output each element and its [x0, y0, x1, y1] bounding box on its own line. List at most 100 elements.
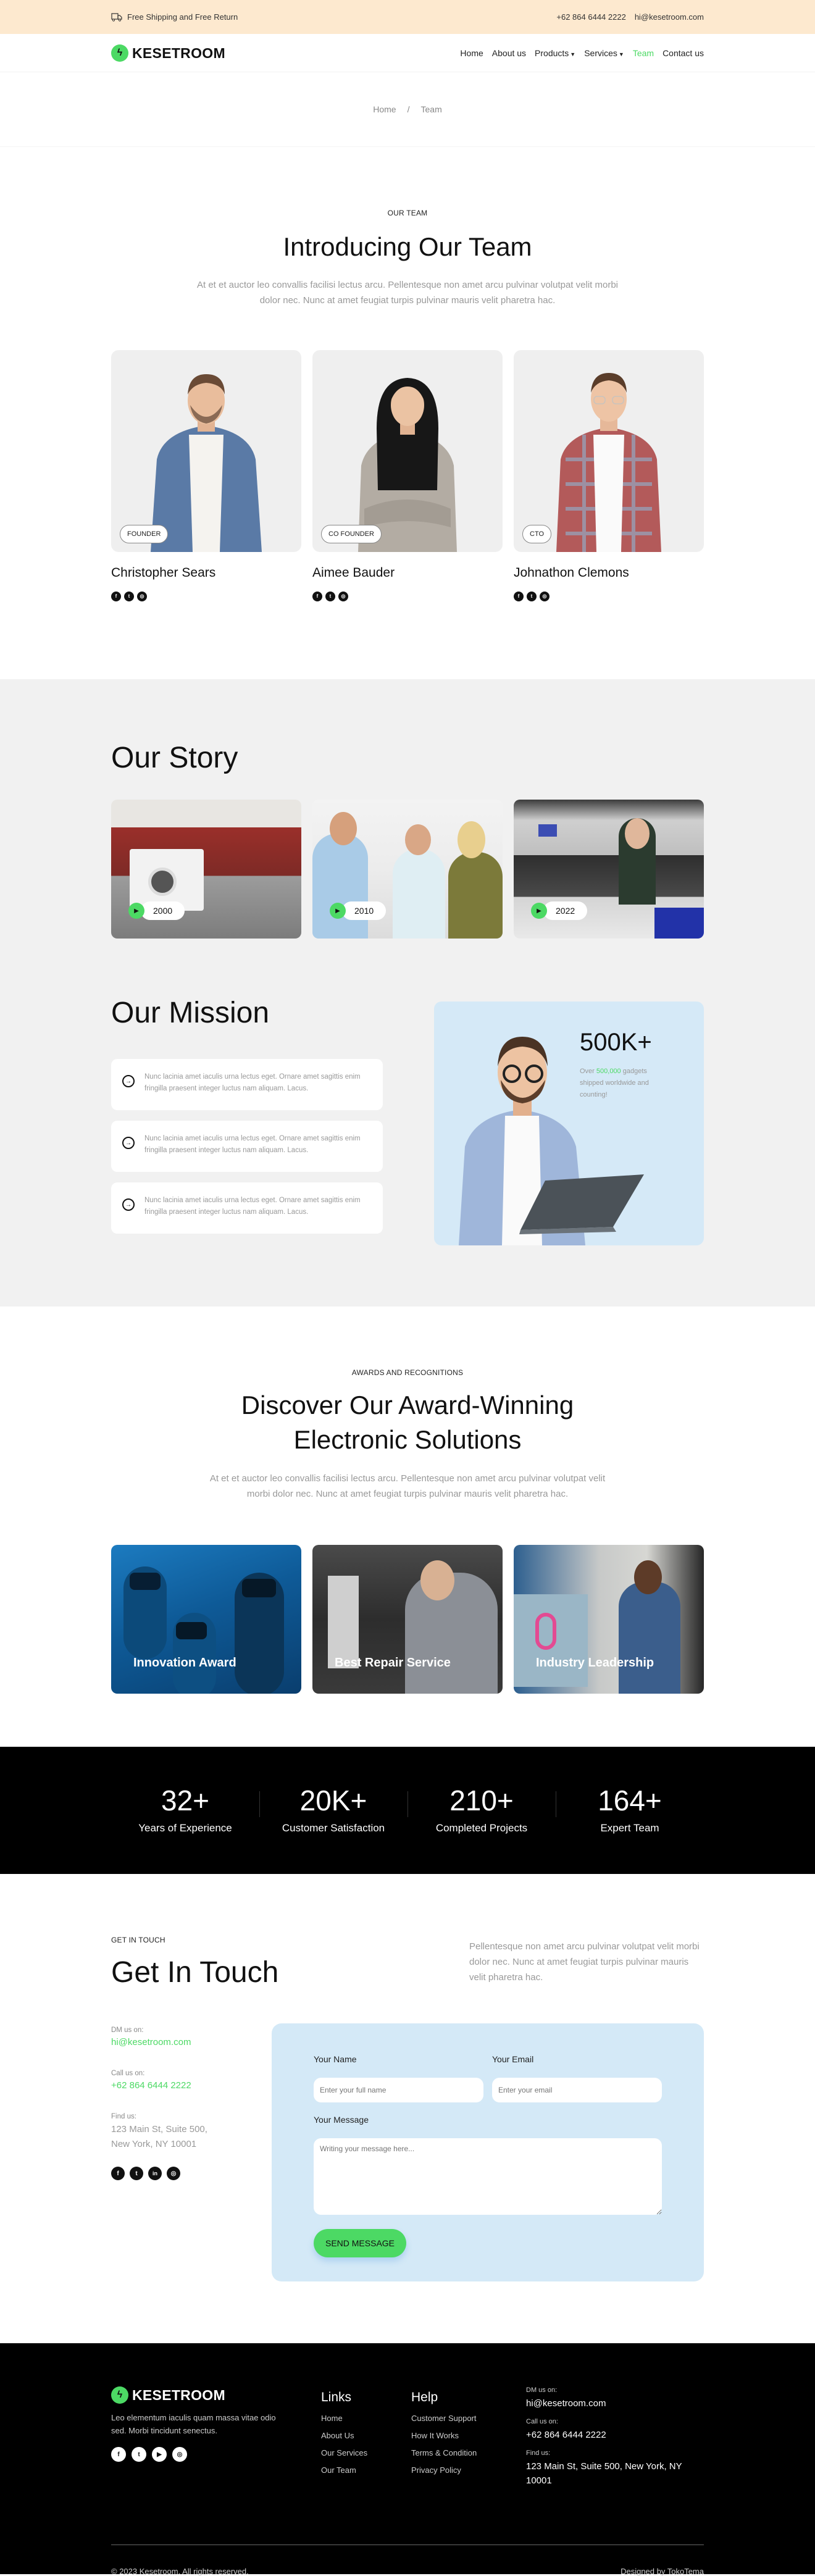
award-card[interactable]: Best Repair Service	[312, 1545, 503, 1694]
dm-label: DM us on:	[111, 2026, 144, 2034]
person-face-image	[625, 818, 650, 849]
twitter-icon[interactable]: t	[130, 2167, 143, 2180]
team-eyebrow: OUR TEAM	[387, 209, 428, 217]
brand-logo[interactable]: ϟ KESETROOM	[111, 44, 225, 62]
award-card[interactable]: Industry Leadership	[514, 1545, 704, 1694]
vr-headset-image	[176, 1622, 207, 1639]
name-input[interactable]	[314, 2078, 483, 2102]
topbar-phone-link[interactable]: +62 864 6444 2222	[556, 12, 625, 22]
mission-text: Nunc lacinia amet iaculis urna lectus eg…	[144, 1135, 361, 1154]
contact-phone-link[interactable]: +62 864 6444 2222	[111, 2080, 259, 2091]
twitter-icon[interactable]: t	[132, 2447, 146, 2462]
facebook-icon[interactable]: f	[514, 591, 524, 601]
footer-email-link[interactable]: hi@kesetroom.com	[526, 2396, 699, 2411]
role-badge: CO FOUNDER	[321, 524, 382, 543]
awards-description: At et et auctor leo convallis facilisi l…	[209, 1473, 606, 1499]
nav-home[interactable]: Home	[460, 48, 483, 58]
awards-title-line1: Discover Our Award-Winning	[241, 1390, 574, 1420]
footer-address: 123 Main St, Suite 500, New York, NY 100…	[526, 2461, 682, 2486]
instagram-icon[interactable]: ◎	[137, 591, 147, 601]
facebook-icon[interactable]: f	[312, 591, 322, 601]
footer-logo[interactable]: ϟ KESETROOM	[111, 2386, 321, 2404]
twitter-icon[interactable]: t	[527, 591, 537, 601]
site-footer: ϟ KESETROOM Leo elementum iaculis quam m…	[0, 2343, 815, 2576]
instagram-icon[interactable]: ◎	[167, 2167, 180, 2180]
twitter-icon[interactable]: t	[325, 591, 335, 601]
screen-image	[538, 824, 557, 837]
email-input[interactable]	[492, 2078, 662, 2102]
footer-link-services[interactable]: Our Services	[321, 2448, 367, 2457]
play-icon[interactable]: ▶	[128, 903, 144, 919]
headphones-image	[535, 1613, 556, 1650]
send-message-button[interactable]: SEND MESSAGE	[314, 2229, 406, 2257]
stat-item: 32+ Years of Experience	[111, 1786, 259, 1834]
topbar-email-link[interactable]: hi@kesetroom.com	[635, 12, 704, 22]
contact-eyebrow: GET IN TOUCH	[111, 1936, 165, 1944]
youtube-icon[interactable]: ▶	[152, 2447, 167, 2462]
designer-credit-link[interactable]: Designed by TokoTema	[621, 2567, 704, 2576]
play-icon[interactable]: ▶	[330, 903, 346, 919]
technician-face-image	[420, 1560, 454, 1600]
role-badge: FOUNDER	[120, 524, 169, 543]
facebook-icon[interactable]: f	[111, 591, 121, 601]
stat-label: Years of Experience	[138, 1822, 232, 1834]
story-card[interactable]: ▶ 2000	[111, 800, 301, 939]
instagram-icon[interactable]: ◎	[172, 2447, 187, 2462]
nav-products-label: Products	[535, 48, 569, 58]
story-card[interactable]: ▶ 2010	[312, 800, 503, 939]
facebook-icon[interactable]: f	[111, 2167, 125, 2180]
twitter-icon[interactable]: t	[124, 591, 134, 601]
stat-number: 32+	[161, 1784, 210, 1817]
play-icon[interactable]: ▶	[531, 903, 547, 919]
person-face-image	[405, 824, 431, 855]
award-title: Best Repair Service	[335, 1656, 451, 1670]
instagram-icon[interactable]: ◎	[338, 591, 348, 601]
computer-case-image	[328, 1576, 359, 1668]
story-card[interactable]: ▶ 2022	[514, 800, 704, 939]
nav-team[interactable]: Team	[633, 48, 654, 58]
footer-link-support[interactable]: Customer Support	[411, 2414, 477, 2423]
breadcrumb-home[interactable]: Home	[373, 104, 396, 114]
nav-services[interactable]: Services ▼	[584, 48, 624, 58]
email-label: Your Email	[492, 2054, 534, 2064]
team-section: OUR TEAM Introducing Our Team At et et a…	[0, 146, 815, 679]
message-textarea[interactable]	[314, 2138, 662, 2215]
breadcrumb: Home / Team	[0, 72, 815, 146]
help-heading: Help	[411, 2390, 438, 2404]
footer-link-terms[interactable]: Terms & Condition	[411, 2448, 477, 2457]
linkedin-icon[interactable]: in	[148, 2167, 162, 2180]
footer-link-privacy[interactable]: Privacy Policy	[411, 2465, 461, 2475]
stat-number: 210+	[449, 1784, 514, 1817]
team-card: CTO Johnathon Clemons f t ◎	[514, 349, 704, 601]
footer-description: Leo elementum iaculis quam massa vitae o…	[111, 2413, 276, 2435]
footer-phone-link[interactable]: +62 864 6444 2222	[526, 2428, 699, 2442]
stats-band: 32+ Years of Experience 20K+ Customer Sa…	[0, 1747, 815, 1874]
facebook-icon[interactable]: f	[111, 2447, 126, 2462]
footer-link-team[interactable]: Our Team	[321, 2465, 356, 2475]
contact-email-link[interactable]: hi@kesetroom.com	[111, 2037, 259, 2047]
footer-link-home[interactable]: Home	[321, 2414, 343, 2423]
nav-products[interactable]: Products ▼	[535, 48, 575, 58]
nav-contact[interactable]: Contact us	[662, 48, 704, 58]
arrow-right-circle-icon: →	[122, 1137, 135, 1149]
person-face-image	[634, 1560, 662, 1594]
footer-link-about[interactable]: About Us	[321, 2431, 354, 2440]
arrow-right-circle-icon: →	[122, 1075, 135, 1087]
award-card[interactable]: Innovation Award	[111, 1545, 301, 1694]
stat-item: 20K+ Customer Satisfaction	[259, 1786, 408, 1834]
site-header: ϟ KESETROOM Home About us Products ▼ Serv…	[0, 34, 815, 72]
footer-link-how-it-works[interactable]: How It Works	[411, 2431, 459, 2440]
brand-name: KESETROOM	[132, 44, 225, 61]
person-image	[619, 1582, 680, 1694]
award-title: Industry Leadership	[536, 1656, 654, 1670]
instagram-icon[interactable]: ◎	[540, 591, 550, 601]
awards-section: AWARDS AND RECOGNITIONS Discover Our Awa…	[0, 1307, 815, 1747]
nav-about[interactable]: About us	[492, 48, 526, 58]
laptop-image	[654, 908, 704, 939]
stat-value: 500K+	[580, 1029, 652, 1056]
team-description: At et et auctor leo convallis facilisi l…	[196, 279, 618, 306]
person-image	[448, 852, 503, 939]
story-mission-section: Our Story ▶ 2000 ▶ 2010 ▶ 2022 Our Missi…	[0, 679, 815, 1307]
vr-headset-image	[242, 1579, 276, 1597]
stat-label: Completed Projects	[435, 1822, 528, 1834]
